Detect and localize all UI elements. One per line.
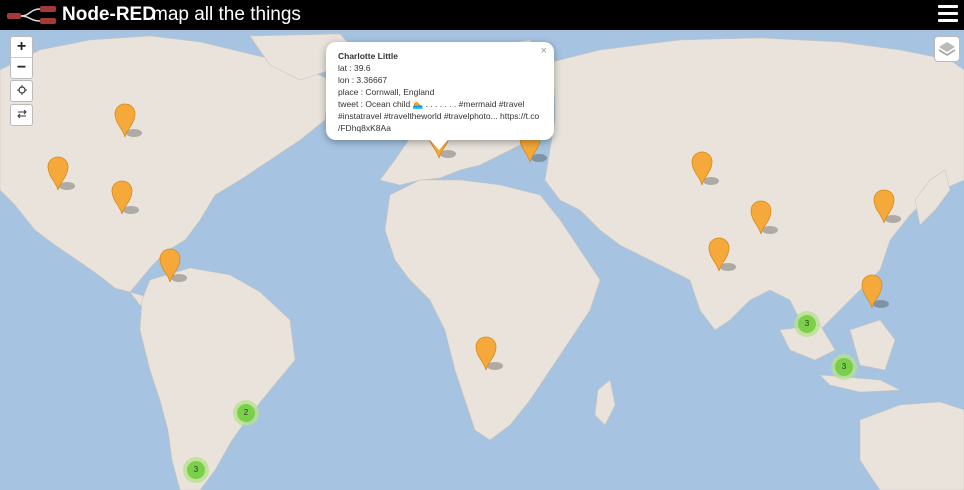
zoom-in-button[interactable]: + [11, 37, 32, 57]
popup-tweet-line-3: /FDhq8xK8Aa [338, 123, 391, 133]
map-marker-us-west[interactable] [47, 156, 77, 192]
map-marker-india-central[interactable] [708, 237, 738, 273]
map-marker-venezuela[interactable] [159, 248, 189, 284]
cluster-marker[interactable]: 3 [794, 311, 820, 337]
map-marker-nepal[interactable] [691, 151, 721, 187]
popup-tweet-line-2: #instatravel #traveltheworld #travelphot… [338, 111, 540, 121]
map-marker-bangladesh[interactable] [750, 200, 780, 236]
brand-title: Node-RED [62, 4, 156, 25]
page-subtitle: map all the things [152, 4, 301, 25]
app-header: Node-RED map all the things [0, 0, 964, 30]
close-icon[interactable]: × [541, 45, 547, 57]
hamburger-menu-icon[interactable] [938, 5, 958, 25]
popup-lat: lat : 39.6 [338, 63, 371, 73]
map-marker-china-east[interactable] [873, 189, 903, 225]
popup-place: place : Cornwall, England [338, 87, 435, 97]
cluster-marker[interactable]: 3 [183, 457, 209, 483]
cluster-marker[interactable]: 2 [233, 400, 259, 426]
map-marker-canada-east[interactable] [114, 103, 144, 139]
locate-button[interactable] [10, 80, 33, 102]
popup-lon: lon : 3.36667 [338, 75, 388, 85]
zoom-out-button[interactable]: − [11, 57, 32, 78]
cluster-count: 3 [835, 358, 853, 376]
zoom-control: + − [10, 36, 33, 79]
world-map[interactable]: + − 3 3 2 3 × Charlotte Little lat : 39.… [0, 30, 964, 490]
map-marker-angola[interactable] [475, 336, 505, 372]
swap-button[interactable] [10, 104, 33, 126]
swap-arrows-icon [16, 109, 27, 119]
cluster-count: 3 [187, 461, 205, 479]
map-marker-us-southeast[interactable] [111, 180, 141, 216]
layers-button[interactable] [934, 36, 960, 62]
cluster-marker[interactable]: 3 [831, 354, 857, 380]
crosshair-icon [16, 85, 27, 95]
map-marker-borneo[interactable] [861, 274, 891, 310]
cluster-count: 3 [798, 315, 816, 333]
popup-tweet-line-1: tweet : Ocean child 🏊 . . . . . . . #mer… [338, 99, 525, 109]
cluster-count: 2 [237, 404, 255, 422]
layers-icon [938, 42, 956, 56]
node-red-logo-icon [7, 6, 56, 24]
marker-popup: × Charlotte Little lat : 39.6 lon : 3.36… [326, 42, 554, 140]
popup-tip [430, 140, 448, 150]
popup-name: Charlotte Little [338, 51, 398, 61]
